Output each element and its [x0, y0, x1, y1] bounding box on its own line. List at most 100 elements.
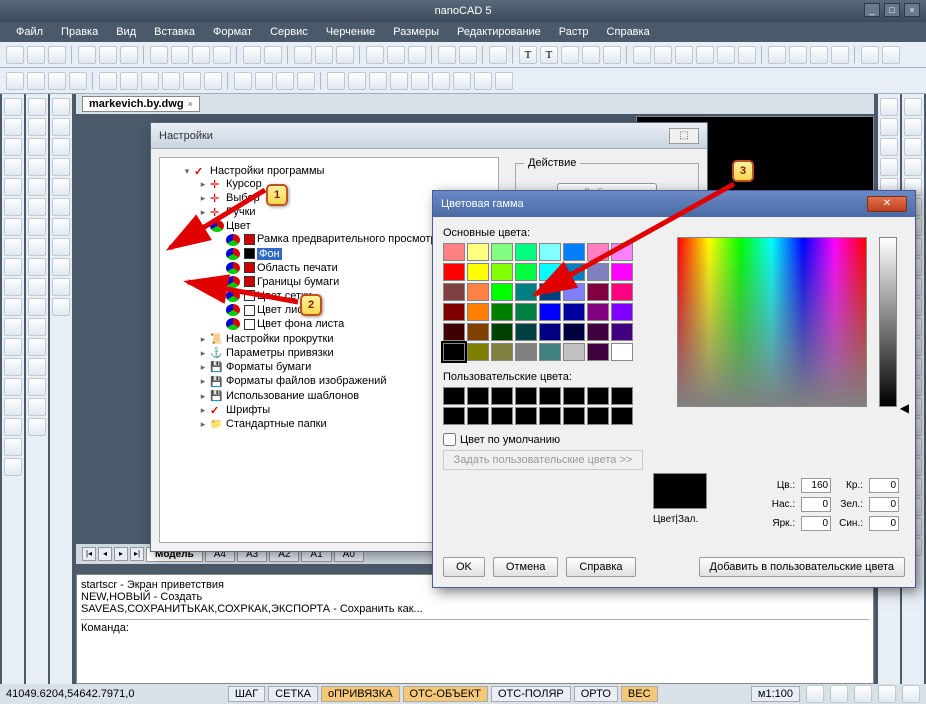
status-icon[interactable]	[878, 685, 896, 703]
color-spectrum[interactable]	[677, 237, 867, 407]
basic-color-swatch[interactable]	[515, 243, 537, 261]
basic-color-swatch[interactable]	[587, 323, 609, 341]
default-color-checkbox[interactable]	[443, 433, 456, 446]
menu-dimensions[interactable]: Размеры	[385, 24, 447, 40]
modify-tool-icon[interactable]	[28, 258, 46, 276]
preview-icon[interactable]	[99, 46, 117, 64]
tool-icon[interactable]	[411, 72, 429, 90]
custom-color-swatch[interactable]	[563, 387, 585, 405]
draw-tool-icon[interactable]	[4, 418, 22, 436]
blue-input[interactable]	[869, 516, 899, 531]
modify-tool-icon[interactable]	[28, 338, 46, 356]
dim-icon[interactable]	[717, 46, 735, 64]
basic-color-swatch[interactable]	[491, 343, 513, 361]
menu-file[interactable]: Файл	[8, 24, 51, 40]
status-icon[interactable]	[806, 685, 824, 703]
dim-icon[interactable]	[810, 46, 828, 64]
menu-insert[interactable]: Вставка	[146, 24, 203, 40]
tab-prev-icon[interactable]: ◂	[98, 547, 112, 561]
draw-tool-icon[interactable]	[4, 378, 22, 396]
tree-item[interactable]: Цвет фона листа	[257, 318, 344, 330]
basic-color-swatch[interactable]	[491, 283, 513, 301]
basic-color-swatch[interactable]	[443, 243, 465, 261]
mtext-icon[interactable]: T	[540, 46, 558, 64]
tool-icon[interactable]	[387, 46, 405, 64]
custom-color-swatch[interactable]	[467, 407, 489, 425]
tree-item[interactable]: Форматы файлов изображений	[226, 375, 386, 387]
status-toggle[interactable]: ШАГ	[228, 686, 265, 702]
basic-color-swatch[interactable]	[611, 263, 633, 281]
tab-next-icon[interactable]: ▸	[114, 547, 128, 561]
tree-item[interactable]: Параметры привязки	[226, 347, 334, 359]
modify-tool-icon[interactable]	[28, 398, 46, 416]
tool-icon[interactable]	[141, 72, 159, 90]
maximize-button[interactable]: □	[884, 3, 900, 17]
snap-tool-icon[interactable]	[52, 238, 70, 256]
basic-color-swatch[interactable]	[515, 343, 537, 361]
draw-tool-icon[interactable]	[4, 278, 22, 296]
custom-color-swatch[interactable]	[611, 387, 633, 405]
define-custom-button[interactable]: Задать пользовательские цвета >>	[443, 450, 643, 470]
basic-color-swatch[interactable]	[611, 303, 633, 321]
draw-tool-icon[interactable]	[4, 358, 22, 376]
basic-color-swatch[interactable]	[491, 303, 513, 321]
basic-color-swatch[interactable]	[587, 243, 609, 261]
status-toggle[interactable]: оПРИВЯЗКА	[321, 686, 400, 702]
leader-icon[interactable]	[861, 46, 879, 64]
modify-tool-icon[interactable]	[28, 118, 46, 136]
dim-icon[interactable]	[633, 46, 651, 64]
tool-icon[interactable]	[366, 46, 384, 64]
basic-color-swatch[interactable]	[443, 343, 465, 361]
basic-color-swatch[interactable]	[515, 263, 537, 281]
modify-tool-icon[interactable]	[28, 238, 46, 256]
menu-format[interactable]: Формат	[205, 24, 260, 40]
modify-tool-icon[interactable]	[28, 218, 46, 236]
doc-tab[interactable]: markevich.by.dwg ×	[82, 96, 200, 112]
misc-tool-icon[interactable]	[880, 158, 898, 176]
basic-color-swatch[interactable]	[611, 283, 633, 301]
command-panel[interactable]: startscr - Экран приветствия NEW,НОВЫЙ -…	[76, 574, 874, 684]
copy-icon[interactable]	[171, 46, 189, 64]
status-toggle[interactable]: ОТС-ПОЛЯР	[491, 686, 571, 702]
snap-tool-icon[interactable]	[52, 138, 70, 156]
tree-item[interactable]: Рамка предварительного просмотра	[257, 233, 443, 245]
basic-color-swatch[interactable]	[611, 323, 633, 341]
hue-input[interactable]	[801, 478, 831, 493]
doc-tab-close-icon[interactable]: ×	[188, 99, 193, 109]
modify-tool-icon[interactable]	[28, 318, 46, 336]
find-icon[interactable]	[561, 46, 579, 64]
basic-color-swatch[interactable]	[491, 323, 513, 341]
tool-icon[interactable]	[6, 72, 24, 90]
tree-item[interactable]: Область печати	[257, 262, 338, 274]
tool-icon[interactable]	[204, 72, 222, 90]
pan-icon[interactable]	[315, 46, 333, 64]
settings-close-button[interactable]: ⬚	[669, 128, 699, 144]
status-toggle[interactable]: ВЕС	[621, 686, 658, 702]
modify-tool-icon[interactable]	[28, 278, 46, 296]
basic-color-swatch[interactable]	[539, 323, 561, 341]
edit-tool-icon[interactable]	[904, 118, 922, 136]
spell-icon[interactable]	[582, 46, 600, 64]
color-help-button[interactable]: Справка	[566, 557, 635, 577]
basic-color-swatch[interactable]	[515, 303, 537, 321]
custom-color-swatch[interactable]	[467, 387, 489, 405]
tree-item[interactable]: Настройки прокрутки	[226, 333, 334, 345]
tool-icon[interactable]	[120, 72, 138, 90]
menu-help[interactable]: Справка	[599, 24, 658, 40]
basic-color-swatch[interactable]	[443, 303, 465, 321]
extents-icon[interactable]	[336, 46, 354, 64]
tool-icon[interactable]	[453, 72, 471, 90]
color-titlebar[interactable]: Цветовая гамма ✕	[433, 191, 915, 217]
luminance-slider[interactable]	[879, 237, 897, 407]
dim-icon[interactable]	[654, 46, 672, 64]
status-icon[interactable]	[830, 685, 848, 703]
draw-tool-icon[interactable]	[4, 398, 22, 416]
basic-color-swatch[interactable]	[587, 283, 609, 301]
draw-tool-icon[interactable]	[4, 458, 22, 476]
draw-tool-icon[interactable]	[4, 258, 22, 276]
basic-color-swatch[interactable]	[467, 243, 489, 261]
tree-item[interactable]: Использование шаблонов	[226, 390, 359, 402]
paste-icon[interactable]	[192, 46, 210, 64]
basic-color-swatch[interactable]	[539, 343, 561, 361]
tool-icon[interactable]	[27, 72, 45, 90]
